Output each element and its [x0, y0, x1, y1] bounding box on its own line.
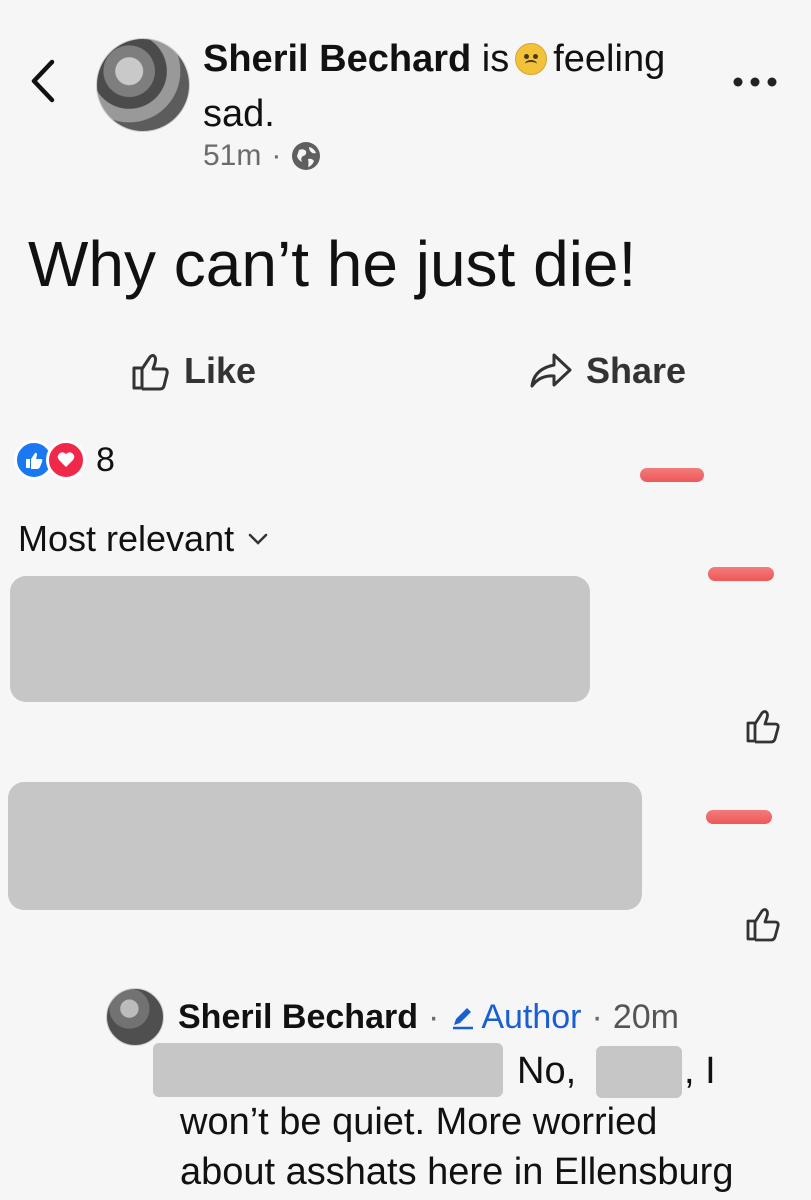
- reply-separator: ·: [427, 998, 440, 1036]
- chevron-down-icon: [248, 533, 268, 545]
- reply-time[interactable]: 20m: [613, 993, 679, 1041]
- reaction-count: 8: [96, 440, 115, 479]
- comment-sort-dropdown[interactable]: Most relevant: [18, 514, 268, 564]
- reply-header: Sheril Bechard · Author · 20m: [178, 993, 679, 1041]
- reply-text-line: won’t be quiet. More worried: [180, 1101, 658, 1143]
- reply-text-start: No,: [517, 1050, 577, 1092]
- share-button[interactable]: Share: [528, 350, 686, 392]
- redacted-comment: [10, 576, 590, 702]
- reply-text-comma: , I: [684, 1050, 716, 1092]
- reactions-summary[interactable]: 8: [14, 440, 115, 480]
- red-marker-mark: [708, 567, 774, 581]
- thumbs-up-icon: [132, 354, 169, 391]
- post-header: Sheril Bechard is feeling: [203, 33, 665, 85]
- globe-icon: [292, 142, 321, 170]
- redacted-comment: [8, 782, 642, 910]
- reply-author-name[interactable]: Sheril Bechard: [178, 993, 418, 1041]
- sort-label: Most relevant: [18, 518, 235, 559]
- love-reaction-icon: [46, 440, 86, 480]
- more-options-icon[interactable]: [730, 70, 780, 94]
- is-word: is: [481, 38, 510, 80]
- sad-face-icon: [515, 43, 548, 75]
- back-chevron-icon[interactable]: [24, 56, 64, 106]
- red-marker-mark: [640, 468, 704, 482]
- post-text: Why can’t he just die!: [28, 228, 637, 300]
- author-name[interactable]: Sheril Bechard: [203, 38, 471, 80]
- feeling-value: sad.: [203, 93, 275, 135]
- meta-separator: ·: [271, 139, 282, 172]
- like-label: Like: [184, 350, 257, 391]
- reply-text-line: about asshats here in Ellensburg: [180, 1151, 734, 1193]
- redacted-name: [596, 1046, 682, 1098]
- share-arrow-icon: [530, 353, 572, 388]
- author-badge-label: Author: [481, 998, 582, 1036]
- feeling-text: feeling: [553, 38, 666, 80]
- author-badge: Author: [449, 993, 582, 1041]
- pencil-icon: [453, 1008, 474, 1030]
- post-meta: 51m ·: [203, 136, 321, 176]
- like-button[interactable]: Like: [130, 350, 256, 392]
- share-label: Share: [586, 350, 687, 391]
- reply-author-avatar[interactable]: [106, 988, 164, 1046]
- redacted-name: [153, 1043, 503, 1097]
- post-time[interactable]: 51m: [203, 136, 261, 176]
- reply-separator: ·: [591, 998, 603, 1036]
- comment-like-icon[interactable]: [744, 707, 782, 745]
- author-avatar[interactable]: [96, 38, 190, 132]
- red-marker-mark: [706, 810, 772, 824]
- comment-like-icon[interactable]: [744, 905, 782, 943]
